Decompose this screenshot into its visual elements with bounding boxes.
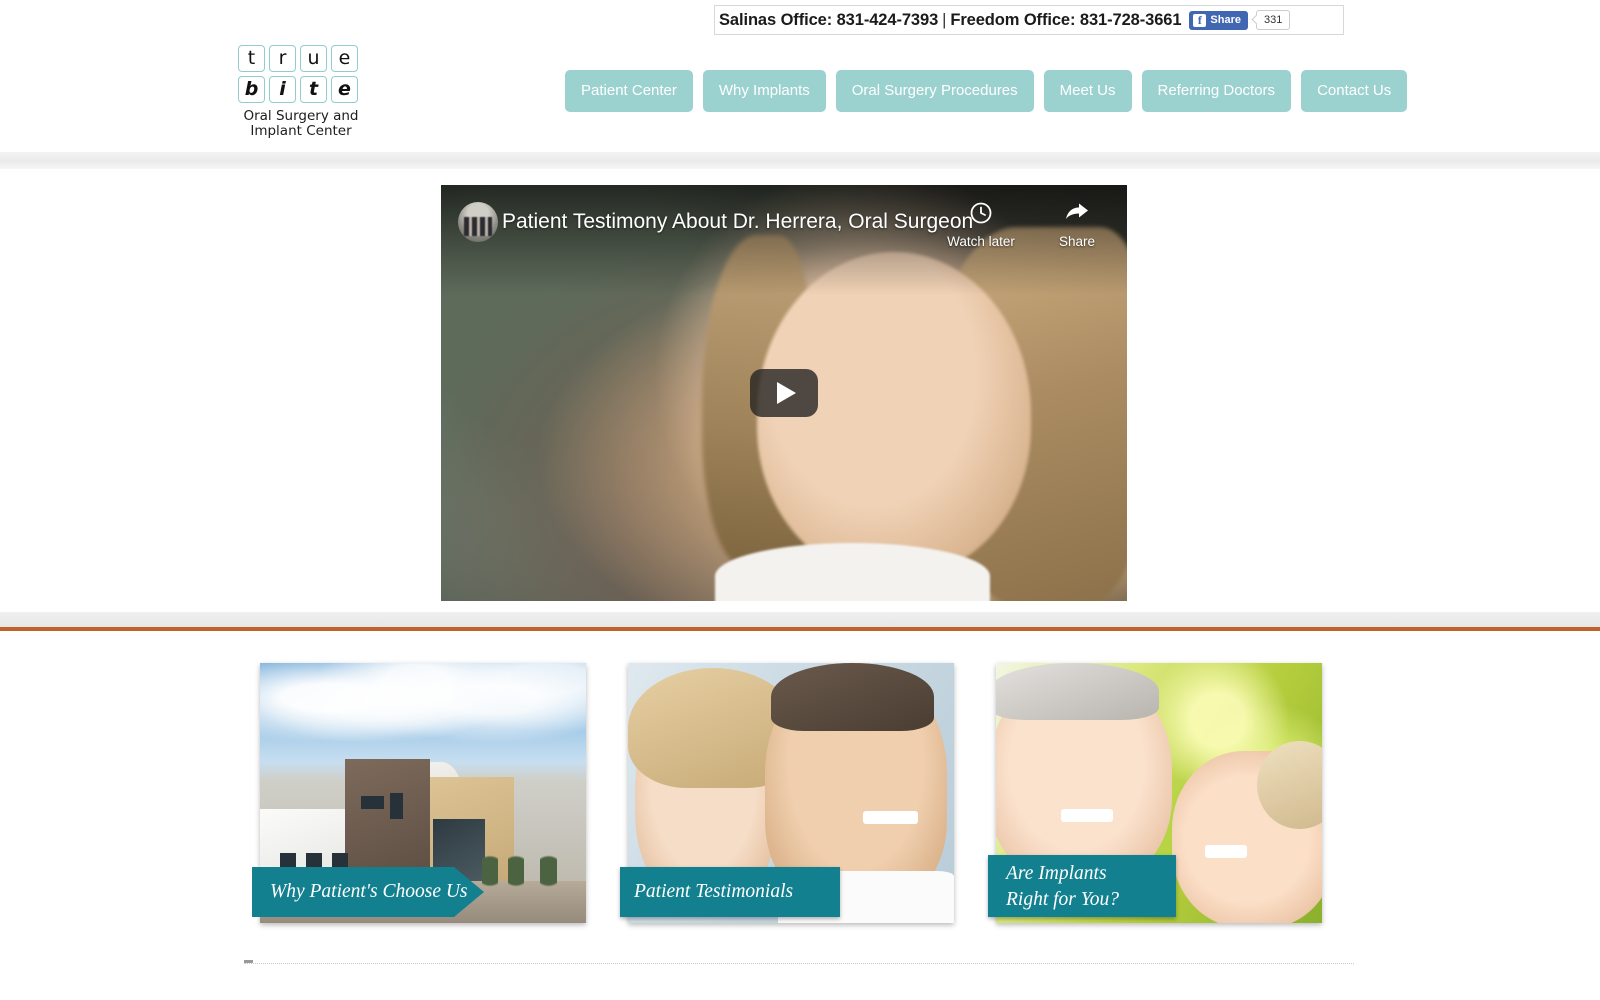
logo-tile-t: t [238, 45, 265, 72]
phone-separator: | [942, 10, 947, 29]
card-why-patients-choose-us[interactable]: Why Patient's Choose Us [252, 663, 586, 931]
bottom-dotted-divider [244, 963, 1354, 964]
watch-later-button[interactable]: Watch later [945, 201, 1017, 249]
card-banner-line1: Are Implants [1006, 863, 1107, 884]
card-banner-line2: Right for You? [1006, 889, 1120, 910]
nav-item-referring-doctors[interactable]: Referring Doctors [1141, 70, 1292, 112]
logo-subtitle: Oral Surgery and Implant Center [238, 109, 364, 139]
logo-tile-u: u [300, 45, 327, 72]
facebook-share-label: Share [1210, 14, 1241, 26]
nav-item-oral-surgery-procedures[interactable]: Oral Surgery Procedures [835, 70, 1034, 112]
feature-cards: Why Patient's Choose Us Patient Testimon… [0, 663, 1600, 931]
salinas-office-phone[interactable]: Salinas Office: 831-424-7393 [719, 11, 938, 29]
youtube-channel-avatar[interactable] [458, 202, 498, 242]
senior-man-teeth [1061, 808, 1114, 822]
facebook-icon: f [1193, 13, 1207, 27]
watch-later-label: Watch later [947, 234, 1015, 249]
logo-subtitle-line2: Implant Center [250, 123, 352, 139]
header-bottom-band [0, 152, 1600, 169]
senior-man-hair [996, 663, 1159, 721]
window-4 [361, 795, 384, 809]
logo-tile-e2: e [331, 76, 358, 103]
share-arrow-icon [1066, 203, 1088, 219]
man-hair [771, 663, 935, 731]
video-share-label: Share [1058, 234, 1096, 249]
youtube-video-title[interactable]: Patient Testimony About Dr. Herrera, Ora… [502, 205, 972, 239]
clock-icon [970, 202, 992, 224]
office-phone-numbers: Salinas Office: 831-424-7393 | Freedom Off… [715, 10, 1182, 30]
logo-tile-i: i [269, 76, 296, 103]
play-button[interactable] [750, 369, 818, 417]
logo-tile-r: r [269, 45, 296, 72]
nav-item-why-implants[interactable]: Why Implants [702, 70, 826, 112]
senior-woman-teeth [1204, 845, 1247, 858]
shrub-1 [481, 850, 498, 892]
card-banner-why-patients-choose-us[interactable]: Why Patient's Choose Us [252, 867, 484, 917]
main-navigation: Patient Center Why Implants Oral Surgery… [565, 70, 1408, 112]
play-triangle-icon [776, 382, 796, 404]
video-share-button[interactable]: Share [1041, 201, 1113, 249]
orange-divider-rule [0, 627, 1600, 631]
shrub-2 [507, 850, 525, 892]
card-patient-testimonials[interactable]: Patient Testimonials [620, 663, 954, 931]
logo-row-true: t r u e [238, 45, 364, 72]
freedom-office-phone[interactable]: Freedom Office: 831-728-3661 [950, 11, 1181, 29]
nav-item-contact-us[interactable]: Contact Us [1301, 70, 1408, 112]
card-are-implants-right-for-you[interactable]: Are Implants Right for You? [988, 663, 1322, 931]
card-banner-are-implants-right-for-you[interactable]: Are Implants Right for You? [988, 855, 1176, 917]
nav-item-meet-us[interactable]: Meet Us [1043, 70, 1132, 112]
page-root: Salinas Office: 831-424-7393 | Freedom Off… [0, 0, 1600, 1000]
facebook-share-count: 331 [1256, 10, 1291, 30]
logo-subtitle-line1: Oral Surgery and [243, 108, 359, 124]
logo-tile-b: b [238, 76, 265, 103]
logo-tile-t2: t [300, 76, 327, 103]
mid-section-band [0, 612, 1600, 627]
site-logo[interactable]: t r u e b i t e Oral Surgery and Implant… [238, 45, 364, 139]
shrub-3 [540, 850, 557, 892]
avatar-group-photo [463, 217, 493, 236]
card-banner-patient-testimonials[interactable]: Patient Testimonials [620, 867, 840, 917]
logo-tile-e: e [331, 45, 358, 72]
youtube-action-buttons: Watch later Share [945, 201, 1113, 249]
logo-row-bite: b i t e [238, 76, 364, 103]
window-5 [390, 793, 404, 819]
video-subject-shoulder [715, 542, 990, 601]
nav-item-patient-center[interactable]: Patient Center [565, 70, 693, 112]
top-contact-bar: Salinas Office: 831-424-7393 | Freedom Off… [714, 5, 1344, 35]
man-smile-teeth [862, 811, 919, 825]
youtube-video-player[interactable]: Patient Testimony About Dr. Herrera, Ora… [441, 185, 1127, 601]
facebook-share-button[interactable]: f Share [1189, 10, 1248, 30]
building-dark-block [344, 759, 430, 884]
